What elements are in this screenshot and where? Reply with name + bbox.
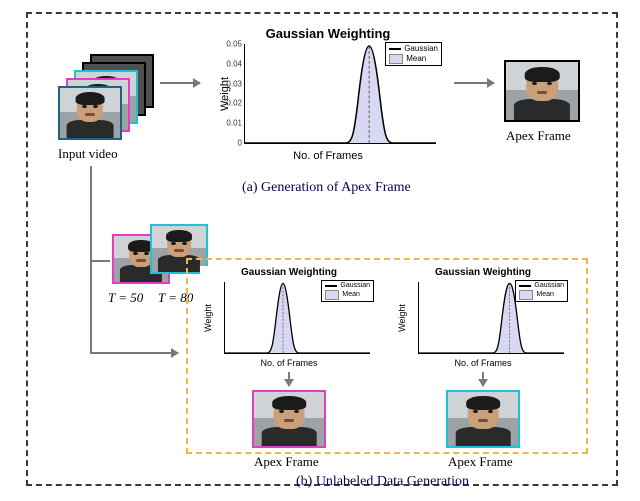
video-frame-1	[58, 86, 122, 140]
label-apex-frame-right: Apex Frame	[448, 454, 513, 470]
legend-gaussian: Gaussian	[404, 44, 438, 54]
plot-title-right: Gaussian Weighting	[394, 267, 572, 278]
plot-ylabel-right: Weight	[397, 304, 407, 332]
gaussian-plot-right: Gaussian Weighting Weight No. of Frames …	[394, 266, 572, 370]
plot-title-left: Gaussian Weighting	[200, 267, 378, 278]
caption-b: (b) Unlabeled Data Generation	[296, 474, 469, 490]
plot-ylabel-left: Weight	[203, 304, 213, 332]
gaussian-plot-main: Gaussian Weighting Weight No. of Frames …	[210, 24, 446, 164]
legend-mean: Mean	[406, 54, 426, 64]
plot-xlabel-right: No. of Frames	[394, 358, 572, 368]
arrow-input-to-plot	[160, 82, 200, 84]
plot-legend: Gaussian Mean	[385, 42, 442, 66]
plot-title: Gaussian Weighting	[210, 26, 446, 41]
plot-xlabel-left: No. of Frames	[200, 358, 378, 368]
tick-to-smallframes	[92, 260, 110, 262]
apex-frame-left	[252, 390, 326, 448]
label-apex-frame-left: Apex Frame	[254, 454, 319, 470]
arrow-plot-right-to-apex	[482, 372, 484, 386]
plot-xlabel: No. of Frames	[210, 150, 446, 162]
gaussian-plot-left: Gaussian Weighting Weight No. of Frames …	[200, 266, 378, 370]
label-input-video: Input video	[58, 146, 118, 162]
arrow-plot-left-to-apex	[288, 372, 290, 386]
arrow-plot-to-apex	[454, 82, 494, 84]
apex-frame-right	[446, 390, 520, 448]
apex-frame-main	[504, 60, 580, 122]
label-t50: T = 50	[108, 290, 143, 306]
label-apex-frame-main: Apex Frame	[506, 128, 571, 144]
caption-a: (a) Generation of Apex Frame	[242, 180, 411, 196]
figure-canvas: Input video Gaussian Weighting Weight No…	[0, 0, 640, 501]
arrow-to-inner-box	[92, 352, 178, 354]
